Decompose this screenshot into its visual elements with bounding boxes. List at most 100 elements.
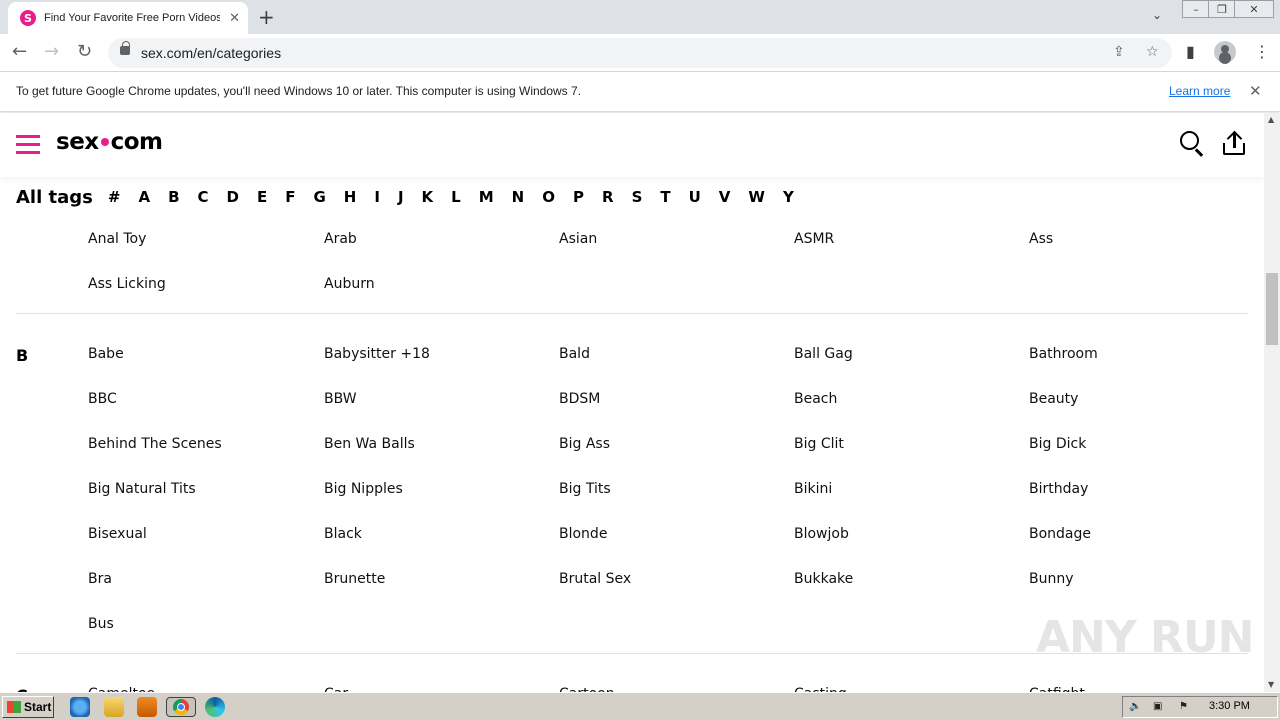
start-button[interactable]: Start [2,696,54,718]
media-player-icon[interactable] [137,697,157,717]
alpha-nav-letter[interactable]: # [108,188,121,206]
tag-link[interactable]: Ball Gag [794,346,853,362]
tag-link[interactable]: Big Natural Tits [88,481,196,497]
forward-arrow-icon[interactable]: → [44,41,59,62]
tag-link[interactable]: Asian [559,231,597,247]
tag-link[interactable]: Bus [88,616,114,632]
tag-link[interactable]: Bunny [1029,571,1074,587]
tab-search-chevron-icon[interactable]: ⌄ [1152,8,1162,22]
alpha-nav-letter[interactable]: P [573,188,584,206]
tag-link[interactable]: BDSM [559,391,600,407]
tag-link[interactable]: Bukkake [794,571,853,587]
search-icon[interactable] [1180,131,1204,157]
tag-link[interactable]: Ben Wa Balls [324,436,415,452]
tag-link[interactable]: Arab [324,231,357,247]
tag-link[interactable]: Bondage [1029,526,1091,542]
restore-window-icon[interactable]: ❐ [1208,0,1236,18]
tag-link[interactable]: ASMR [794,231,834,247]
tag-link[interactable]: Beauty [1029,391,1078,407]
volume-icon[interactable]: 🔈 [1129,701,1141,713]
tag-link[interactable]: Beach [794,391,837,407]
share-icon[interactable]: ⇪ [1113,44,1125,60]
tag-link[interactable]: Big Dick [1029,436,1086,452]
tag-link[interactable]: Big Ass [559,436,610,452]
alpha-nav-letter[interactable]: L [451,188,461,206]
tag-link[interactable]: Black [324,526,362,542]
tag-link[interactable]: Blowjob [794,526,849,542]
alpha-nav-letter[interactable]: U [689,188,701,206]
alpha-nav-letter[interactable]: G [313,188,325,206]
alpha-nav-letter[interactable]: R [602,188,614,206]
alpha-nav-letter[interactable]: H [344,188,357,206]
alpha-nav-letter[interactable]: N [512,188,525,206]
tag-link[interactable]: Bra [88,571,112,587]
alpha-nav-letter[interactable]: I [374,188,380,206]
alpha-nav-letter[interactable]: K [422,188,434,206]
tag-link[interactable]: Ass Licking [88,276,166,292]
tag-link[interactable]: Ass [1029,231,1053,247]
tag-link[interactable]: BBC [88,391,117,407]
page-scrollbar[interactable]: ▲ ▼ [1264,113,1280,692]
alpha-nav-letter[interactable]: M [479,188,494,206]
tag-link[interactable]: Babysitter +18 [324,346,430,362]
tag-link[interactable]: Big Nipples [324,481,403,497]
alpha-nav-letter[interactable]: T [660,188,670,206]
tag-link[interactable]: Big Tits [559,481,611,497]
alpha-nav-letter[interactable]: V [719,188,731,206]
reload-icon[interactable]: ↻ [77,41,92,62]
site-logo[interactable]: sex com [56,129,163,155]
edge-icon[interactable] [205,697,225,717]
tag-link[interactable]: Bald [559,346,590,362]
internet-explorer-icon[interactable] [70,697,90,717]
browser-tab[interactable]: S Find Your Favorite Free Porn Videos ✕ [8,2,248,34]
alpha-nav-letter[interactable]: O [542,188,555,206]
alpha-nav-letter[interactable]: D [227,188,239,206]
alpha-nav-letter[interactable]: A [138,188,150,206]
tag-link[interactable]: Blonde [559,526,607,542]
chrome-taskbar-button[interactable] [166,697,196,717]
tag-link[interactable]: Babe [88,346,124,362]
alpha-nav-letter[interactable]: Y [783,188,794,206]
action-center-flag-icon[interactable]: ⚑ [1179,701,1191,713]
tag-link[interactable]: Behind The Scenes [88,436,222,452]
profile-avatar-icon[interactable] [1214,41,1236,63]
tag-link[interactable]: BBW [324,391,357,407]
alpha-nav-letter[interactable]: E [257,188,267,206]
upload-icon[interactable] [1222,130,1246,157]
system-clock[interactable]: 3:30 PM [1209,700,1250,712]
close-window-icon[interactable]: ✕ [1234,0,1274,18]
alpha-nav-letter[interactable]: S [632,188,643,206]
tag-link[interactable]: Birthday [1029,481,1088,497]
minimize-window-icon[interactable]: – [1182,0,1210,18]
tag-link[interactable]: Brunette [324,571,385,587]
alpha-nav-letter[interactable]: F [285,188,295,206]
tag-link[interactable]: Anal Toy [88,231,146,247]
infobar-close-icon[interactable]: ✕ [1249,82,1262,100]
back-arrow-icon[interactable]: ← [12,41,27,62]
tag-link[interactable]: Bikini [794,481,832,497]
tag-link[interactable]: Auburn [324,276,375,292]
alpha-nav-letter[interactable]: J [398,188,404,206]
alpha-nav-letter[interactable]: C [198,188,209,206]
alpha-nav-letter[interactable]: W [748,188,765,206]
network-icon[interactable]: ▣ [1153,701,1165,713]
side-panel-icon[interactable]: ▮ [1186,42,1195,61]
address-bar[interactable]: sex.com/en/categories ⇪ ☆ [108,38,1172,68]
scrollbar-thumb[interactable] [1266,273,1278,345]
file-explorer-icon[interactable] [104,697,124,717]
lock-icon[interactable] [120,41,130,55]
tag-link[interactable]: Bathroom [1029,346,1098,362]
browser-menu-icon[interactable]: ⋮ [1254,42,1270,61]
bookmark-star-icon[interactable]: ☆ [1146,44,1159,60]
tag-link[interactable]: Big Clit [794,436,844,452]
tag-link[interactable]: Bisexual [88,526,147,542]
new-tab-button[interactable]: + [258,5,275,29]
alpha-nav-letter[interactable]: B [168,188,179,206]
tab-close-icon[interactable]: ✕ [229,11,240,26]
learn-more-link[interactable]: Learn more [1169,84,1230,98]
scroll-down-arrow-icon[interactable]: ▼ [1268,680,1274,689]
url-text[interactable]: sex.com/en/categories [141,45,281,61]
tag-link[interactable]: Brutal Sex [559,571,631,587]
scroll-up-arrow-icon[interactable]: ▲ [1268,115,1274,124]
hamburger-menu-icon[interactable] [16,135,40,154]
